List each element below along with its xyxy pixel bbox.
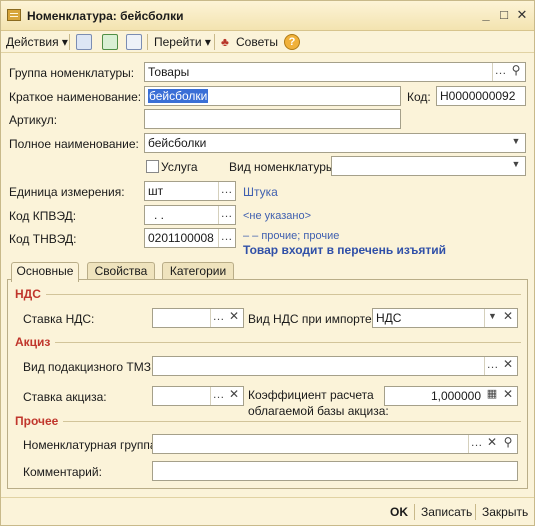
section-divider [63, 421, 521, 422]
unit-value: шт [148, 184, 164, 198]
catalog-icon [7, 9, 21, 21]
copy-icon[interactable] [126, 34, 142, 50]
tnved-label: Код ТНВЭД: [9, 232, 77, 246]
title-bar: Номенклатура: бейсболки _ □ ✕ [1, 1, 534, 31]
refresh-icon[interactable] [102, 34, 118, 50]
kpved-link[interactable]: <не указано> [243, 209, 311, 223]
nom-group-label: Номенклатурная группа: [23, 438, 160, 452]
clear-icon[interactable]: ✕ [484, 435, 500, 453]
tnved-value: 0201100008 [148, 231, 214, 245]
unit-field[interactable]: шт … [144, 181, 236, 201]
clear-icon[interactable]: ✕ [500, 309, 516, 327]
select-button[interactable]: … [210, 309, 226, 327]
actions-menu[interactable]: Действия ▾ [6, 34, 68, 50]
select-button[interactable]: … [484, 357, 500, 375]
chevron-down-icon[interactable]: ▼ [484, 309, 500, 327]
select-button[interactable]: … [218, 206, 234, 224]
form-footer: OK Записать Закрыть [1, 497, 534, 525]
maximize-button[interactable]: □ [495, 7, 513, 23]
select-button[interactable]: … [218, 182, 234, 200]
service-checkbox[interactable] [146, 160, 159, 173]
section-divider [55, 342, 521, 343]
full-name-input[interactable]: бейсболки ▼ [144, 133, 526, 153]
excise-kind-label: Вид подакцизного ТМЗ: [23, 360, 155, 374]
full-name-value: бейсболки [148, 136, 207, 150]
tnved-field[interactable]: 0201100008 … [144, 228, 236, 248]
unit-link[interactable]: Штука [243, 184, 278, 200]
go-menu[interactable]: Перейти ▾ [154, 34, 211, 50]
select-button[interactable]: … [468, 435, 484, 453]
footer-separator [475, 504, 476, 520]
save-button[interactable]: Записать [421, 504, 472, 520]
kpved-label: Код КПВЭД: [9, 209, 77, 223]
group-label: Группа номенклатуры: [9, 66, 135, 80]
search-icon[interactable]: ⚲ [508, 63, 524, 81]
excise-rate-field[interactable]: … ✕ [152, 386, 244, 406]
excise-kind-field[interactable]: … ✕ [152, 356, 518, 376]
short-name-input[interactable]: бейсболки [144, 86, 401, 106]
save-and-close-icon[interactable] [76, 34, 92, 50]
group-field[interactable]: Товары … ⚲ [144, 62, 526, 82]
exempt-notice: Товар входит в перечень изъятий [243, 243, 446, 257]
clear-icon[interactable]: ✕ [226, 309, 242, 327]
group-value: Товары [148, 65, 190, 79]
toolbar-separator [69, 34, 70, 50]
clear-icon[interactable]: ✕ [226, 387, 242, 405]
clear-icon[interactable]: ✕ [500, 387, 516, 405]
code-label: Код: [407, 90, 431, 104]
vat-import-value: НДС [376, 311, 402, 325]
vat-rate-label: Ставка НДС: [23, 312, 95, 326]
form-window: Номенклатура: бейсболки _ □ ✕ Действия ▾… [0, 0, 535, 526]
article-label: Артикул: [9, 113, 58, 127]
search-icon[interactable]: ⚲ [500, 435, 516, 453]
toolbar-separator [214, 34, 215, 50]
short-name-value: бейсболки [148, 89, 209, 103]
close-form-button[interactable]: Закрыть [482, 504, 528, 520]
vat-rate-field[interactable]: … ✕ [152, 308, 244, 328]
advice-button[interactable]: Советы [236, 34, 278, 50]
calculator-icon[interactable]: ▦ [484, 387, 500, 405]
kind-label: Вид номенклатуры: [229, 160, 338, 174]
kpved-value: . . [154, 208, 165, 222]
window-title: Номенклатура: бейсболки [27, 9, 184, 23]
coef-label: Коэффициент расчета облагаемой базы акциз… [248, 388, 389, 418]
advice-icon: ♣ [221, 35, 229, 49]
unit-label: Единица измерения: [9, 185, 125, 199]
short-name-label: Краткое наименование: [9, 90, 142, 104]
minimize-button[interactable]: _ [477, 7, 495, 23]
excise-rate-label: Ставка акциза: [23, 390, 107, 404]
kind-select[interactable]: ▼ [331, 156, 526, 176]
help-icon[interactable]: ? [284, 34, 300, 50]
code-input[interactable]: Н0000000092 [436, 86, 526, 106]
section-divider [46, 294, 521, 295]
ok-button[interactable]: OK [390, 504, 408, 520]
comment-input[interactable] [152, 461, 518, 481]
select-button[interactable]: … [218, 229, 234, 247]
tab-main[interactable]: Основные [11, 262, 79, 282]
tnved-link[interactable]: – – прочие; прочие [243, 229, 339, 243]
excise-section-title: Акциз [15, 335, 51, 349]
article-input[interactable] [144, 109, 401, 129]
footer-separator [414, 504, 415, 520]
kpved-field[interactable]: . . … [144, 205, 236, 225]
vat-import-select[interactable]: НДС ▼ ✕ [372, 308, 518, 328]
close-button[interactable]: ✕ [513, 7, 531, 23]
vat-import-label: Вид НДС при импорте: [248, 312, 375, 326]
toolbar: Действия ▾ Перейти ▾ ♣ Советы ? [1, 31, 534, 53]
select-button[interactable]: … [210, 387, 226, 405]
vat-section-title: НДС [15, 287, 41, 301]
comment-label: Комментарий: [23, 465, 102, 479]
chevron-down-icon[interactable]: ▼ [508, 157, 524, 175]
coef-input[interactable]: 1,000000 ▦ ✕ [384, 386, 518, 406]
clear-icon[interactable]: ✕ [500, 357, 516, 375]
chevron-down-icon[interactable]: ▼ [508, 134, 524, 152]
select-button[interactable]: … [492, 63, 508, 81]
toolbar-separator [147, 34, 148, 50]
service-label: Услуга [161, 160, 198, 174]
coef-value: 1,000000 [430, 389, 481, 403]
full-name-label: Полное наименование: [9, 137, 139, 151]
other-section-title: Прочее [15, 414, 59, 428]
nom-group-field[interactable]: … ✕ ⚲ [152, 434, 518, 454]
